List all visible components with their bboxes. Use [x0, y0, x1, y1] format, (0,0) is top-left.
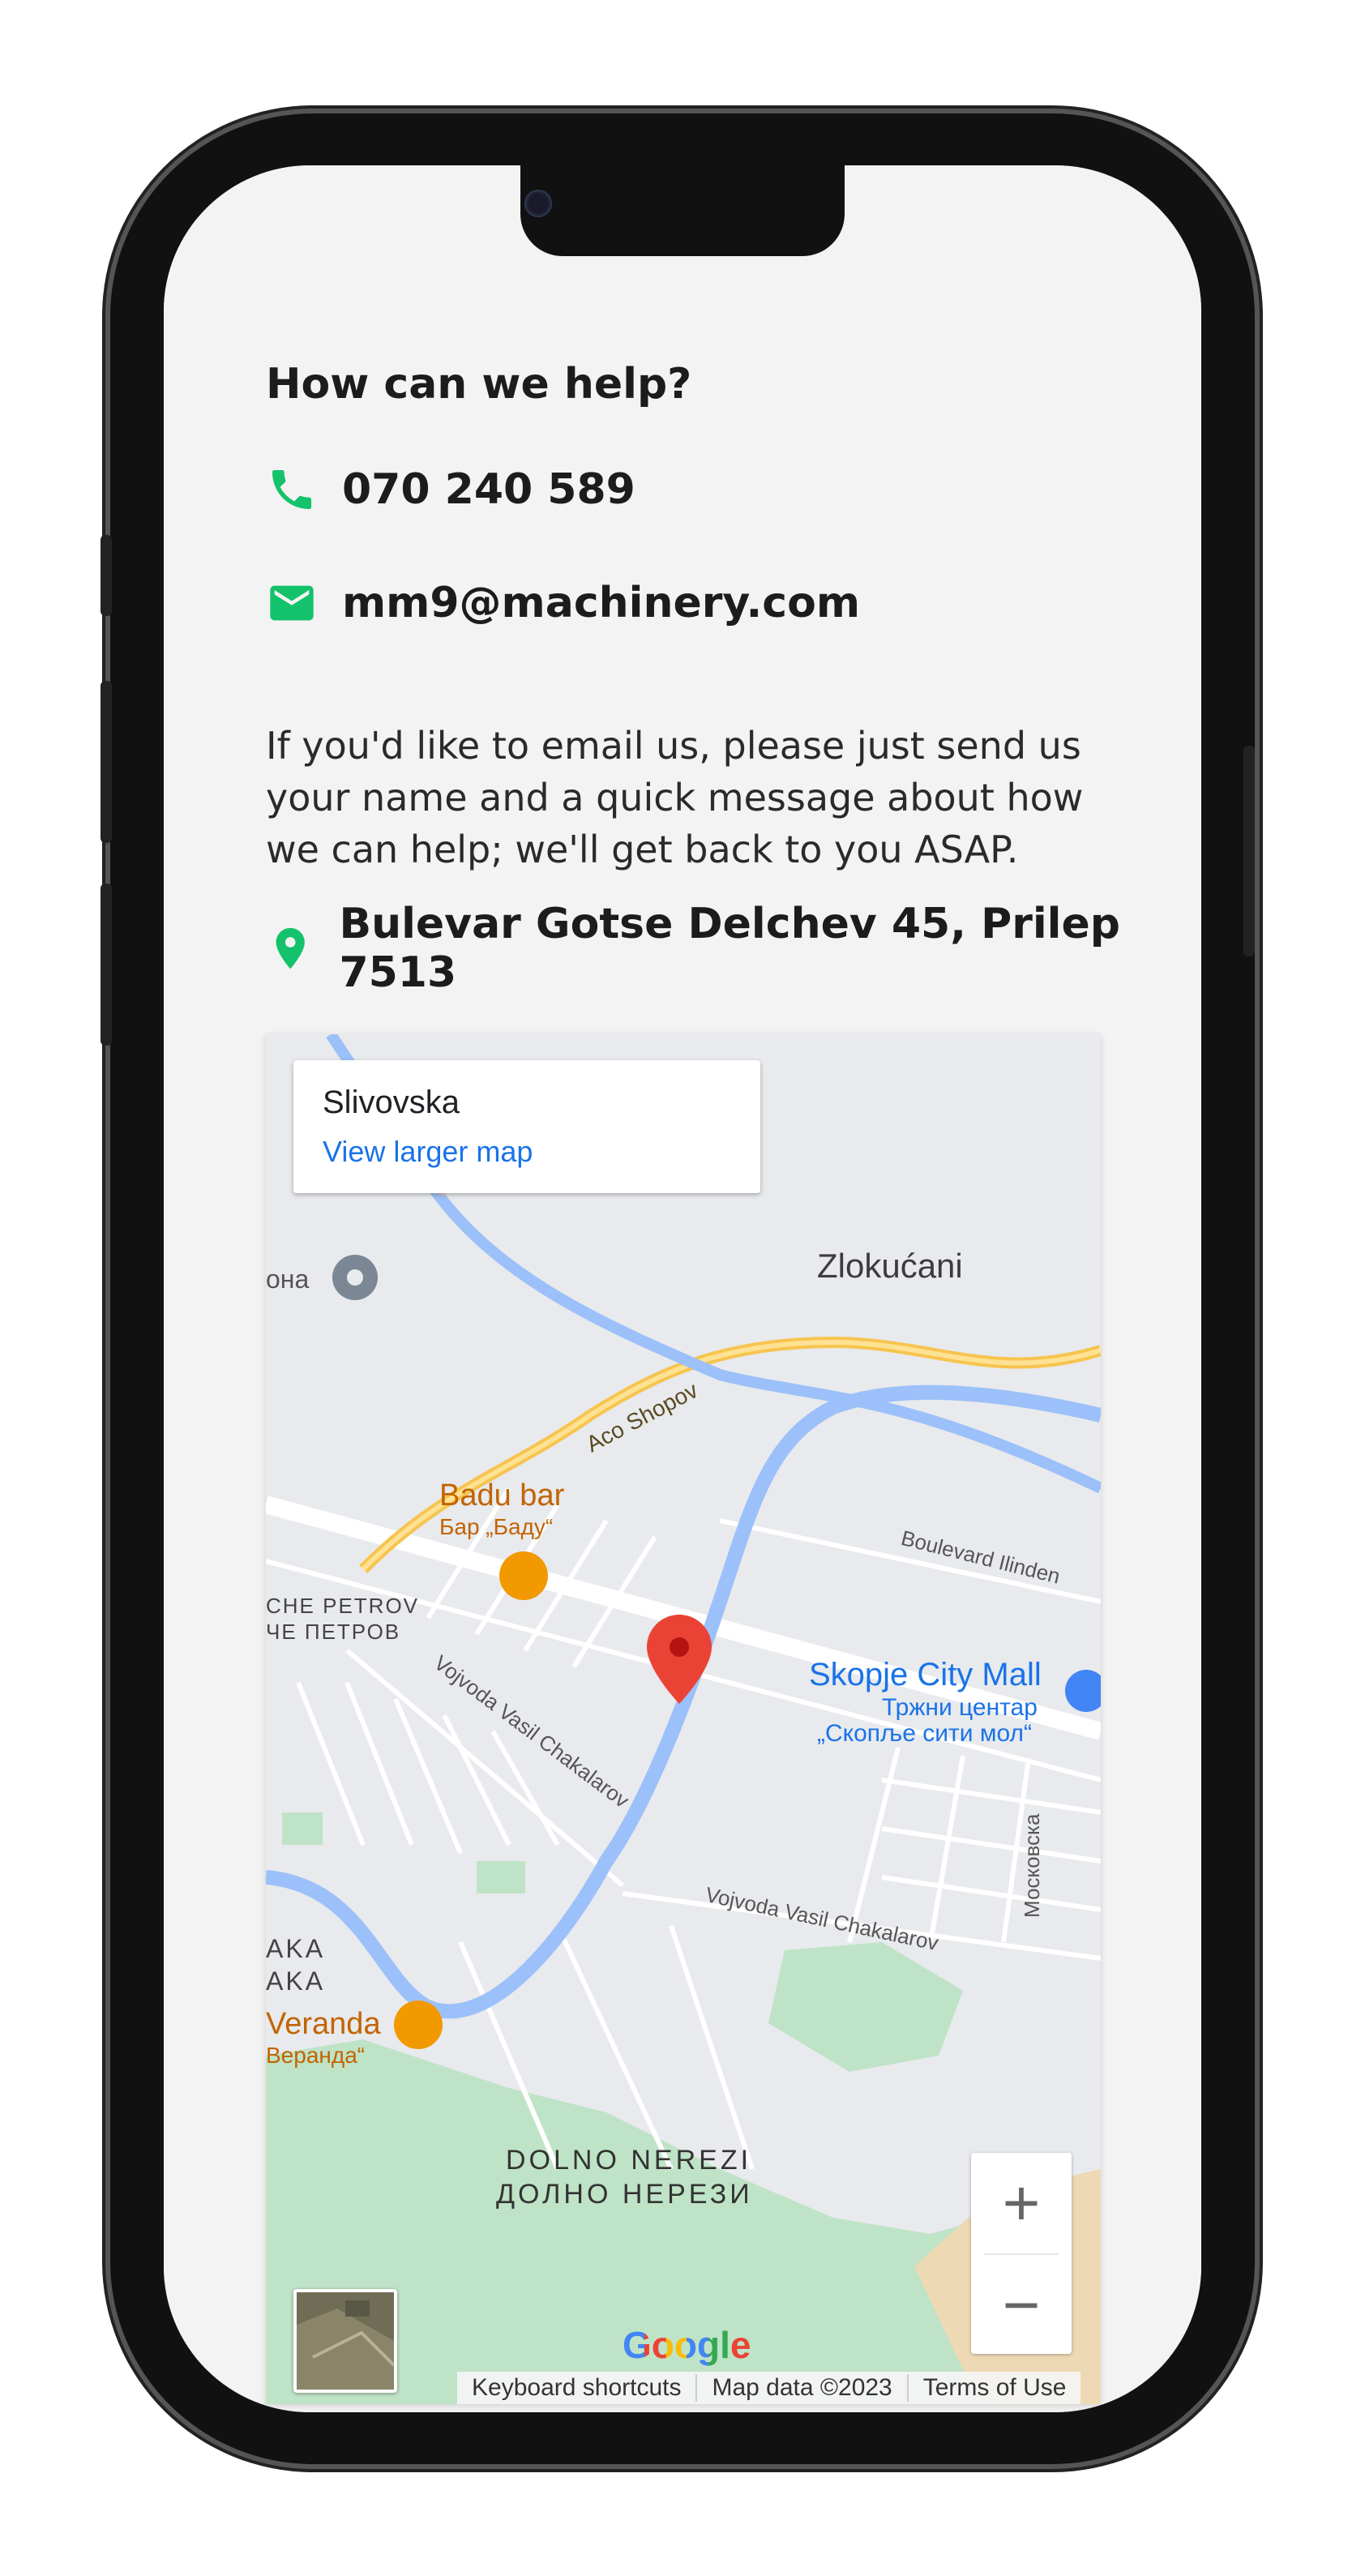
volume-down-button [101, 681, 112, 843]
map-label-veranda: Veranda [266, 2007, 381, 2041]
map-label-mall-cyr-2: „Скопље сити мол“ [817, 1720, 1032, 1747]
map-label-aka-1: AKA [266, 1934, 326, 1963]
embedded-map[interactable]: Zlokućani она Aco Shopov Badu bar Бар „Б… [266, 1034, 1101, 2404]
email-address[interactable]: mm9@machinery.com [342, 579, 860, 627]
satellite-toggle[interactable] [293, 2289, 397, 2393]
mail-icon [270, 585, 314, 621]
map-label-dolno-nerezi-cyr: ДОЛНО НЕРЕЗИ [496, 2179, 753, 2210]
map-label-moskovska: Московска [1020, 1813, 1044, 1918]
map-label-veranda-cyr: Веранда“ [266, 2043, 366, 2068]
terms-of-use-link[interactable]: Terms of Use [909, 2374, 1081, 2402]
map-label-che-petrov-cyr: ЧЕ ПЕТРОВ [266, 1620, 401, 1644]
google-logo: Google [623, 2323, 751, 2367]
map-label-skopje-city-mall: Skopje City Mall [809, 1657, 1042, 1692]
phone-notch [520, 165, 845, 256]
map-data-text: Map data ©2023 [697, 2374, 909, 2402]
map-label-che-petrov: CHE PETROV [266, 1594, 420, 1618]
mute-button [101, 884, 112, 1046]
address-row: Bulevar Gotse Delchev 45, Prilep 7513 [266, 900, 1201, 997]
front-camera [524, 190, 552, 217]
address-text: Bulevar Gotse Delchev 45, Prilep 7513 [339, 900, 1120, 997]
map-label-aka-2: AKA [266, 1966, 326, 1996]
google-logo-text: Google [623, 2324, 751, 2366]
power-button [1243, 746, 1255, 956]
keyboard-shortcuts-link[interactable]: Keyboard shortcuts [457, 2374, 698, 2402]
zoom-controls: + − [971, 2153, 1072, 2354]
map-label-badu-bar-cyr: Бар „Баду“ [439, 1514, 554, 1539]
poi-pin-restaurant [394, 2000, 443, 2049]
map-label-dolno-nerezi: DOLNO NEREZI [506, 2145, 752, 2176]
map-label-mall-cyr-1: Тржни центар [882, 1694, 1038, 1721]
poi-pin-bar [499, 1551, 548, 1600]
map-info-card: Slivovska View larger map [293, 1060, 760, 1193]
park-block-2 [477, 1861, 525, 1893]
contact-page: How can we help? 070 240 589 mm9@machine… [164, 165, 1201, 2412]
email-row[interactable]: mm9@machinery.com [266, 577, 860, 629]
phone-screen: How can we help? 070 240 589 mm9@machine… [164, 165, 1201, 2412]
zoom-out-button[interactable]: − [971, 2255, 1072, 2356]
location-pin-icon [276, 927, 305, 969]
park-block [282, 1812, 323, 1845]
page-heading: How can we help? [266, 360, 692, 409]
phone-row[interactable]: 070 240 589 [266, 464, 635, 516]
map-label-badu-bar: Badu bar [439, 1478, 565, 1513]
phone-number[interactable]: 070 240 589 [342, 465, 635, 514]
map-label-ona: она [266, 1264, 310, 1294]
view-larger-map-link[interactable]: View larger map [323, 1135, 533, 1169]
phone-frame: How can we help? 070 240 589 mm9@machine… [101, 113, 1255, 2464]
volume-up-button [101, 535, 112, 616]
satellite-thumbnail-icon [297, 2292, 394, 2390]
phone-icon [272, 470, 311, 509]
zoom-in-button[interactable]: + [971, 2153, 1072, 2253]
map-place-name: Slivovska [323, 1085, 460, 1120]
map-attribution-bar: Keyboard shortcuts Map data ©2023 Terms … [457, 2372, 1081, 2404]
contact-message: If you'd like to email us, please just s… [266, 724, 1084, 871]
map-label-zlokukani: Zlokućani [817, 1247, 963, 1285]
